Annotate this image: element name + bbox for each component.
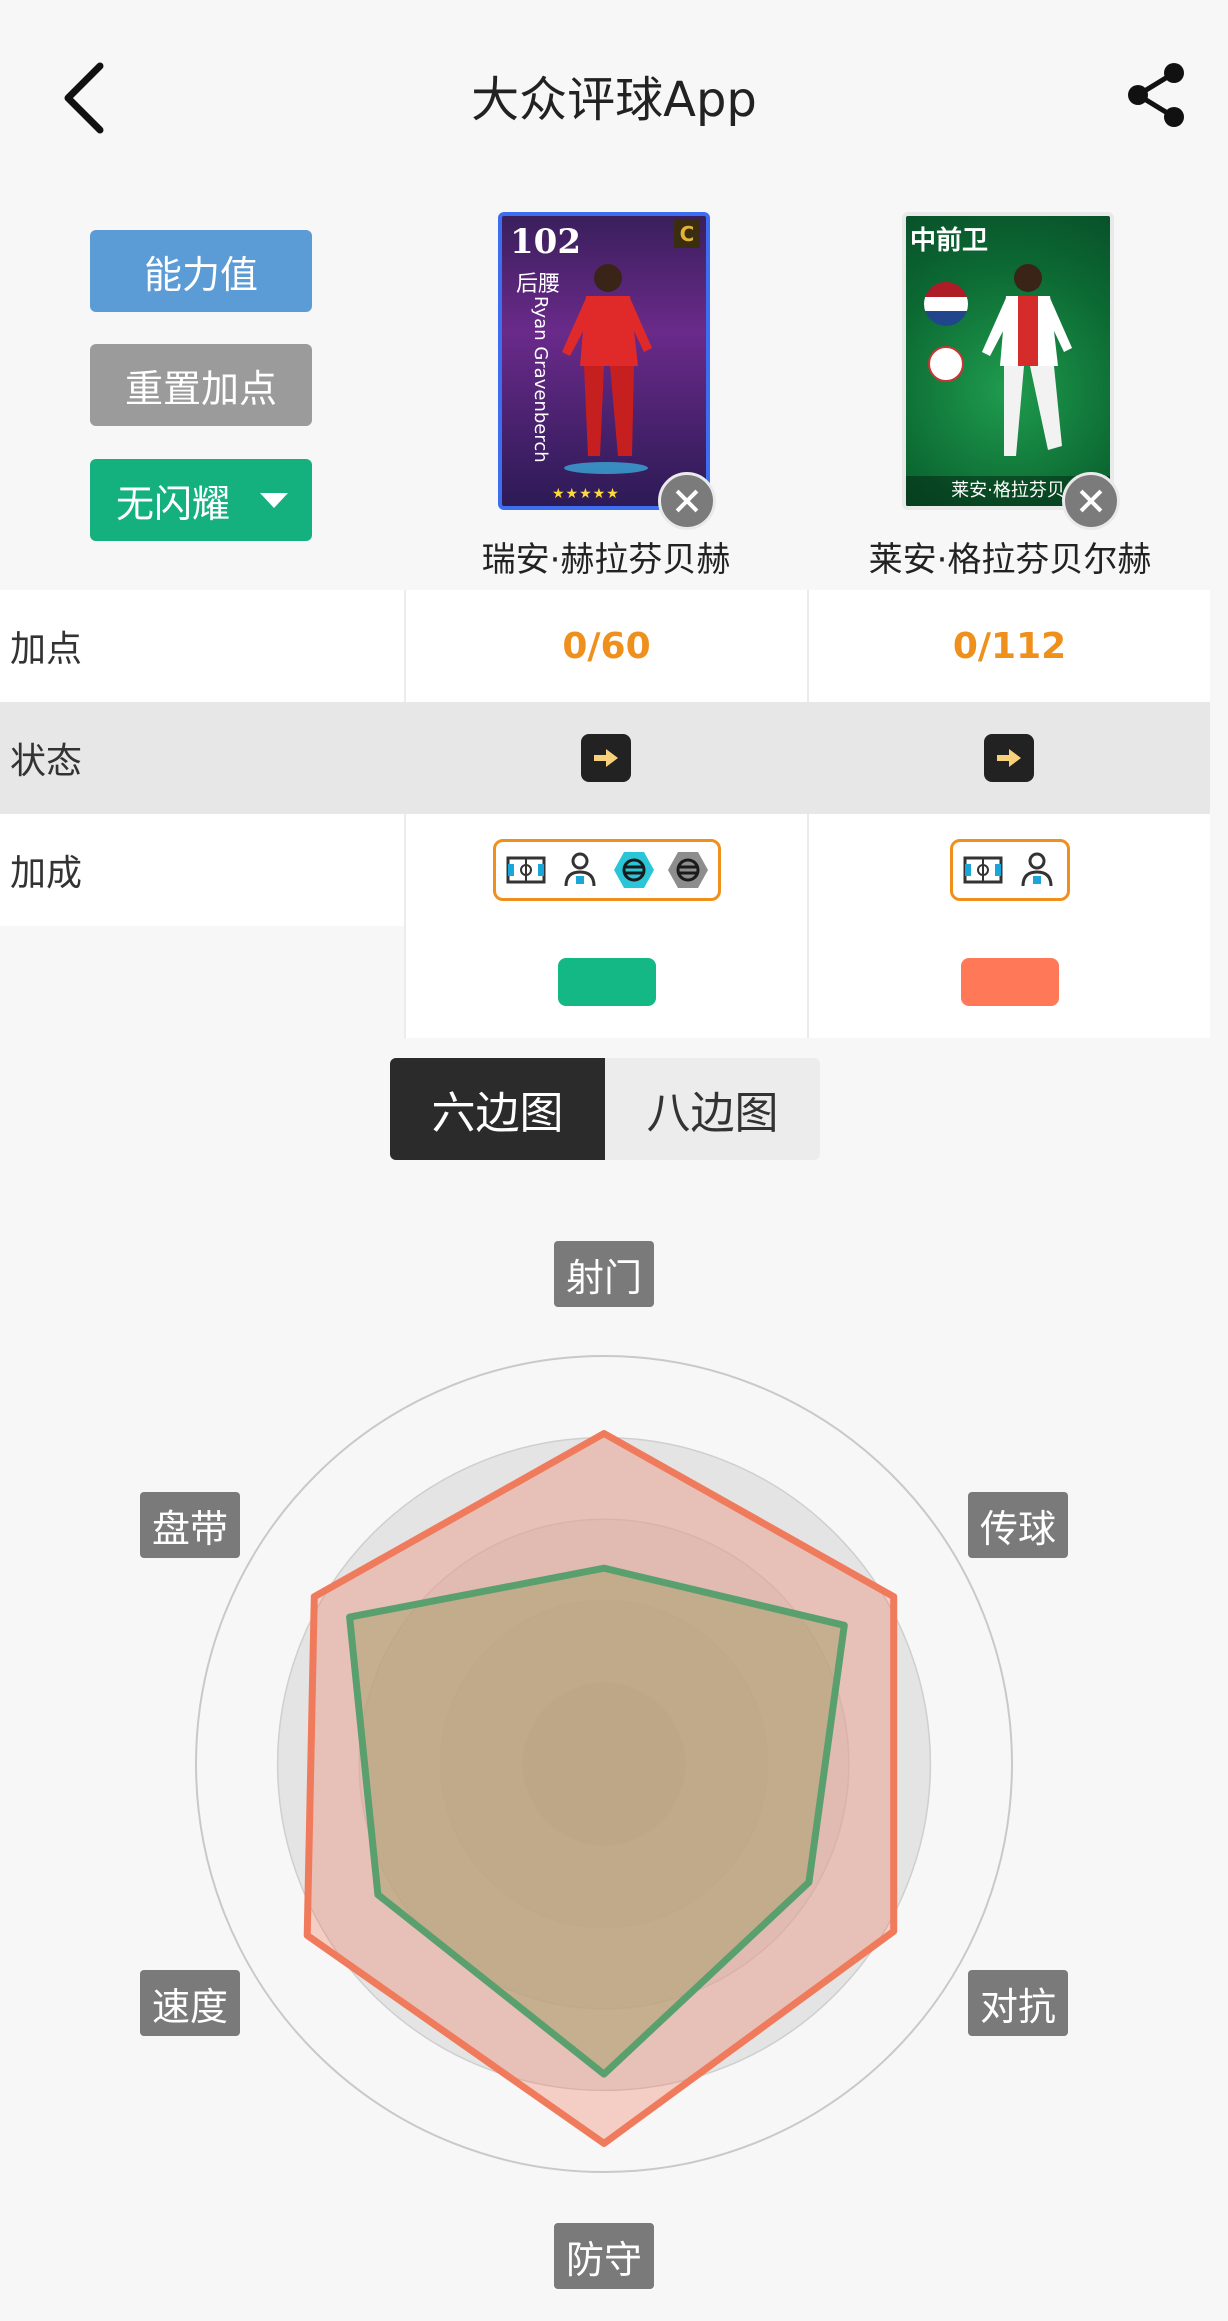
table-row-bonus: 加成 bbox=[0, 814, 1210, 926]
player-figure-image bbox=[982, 264, 1072, 456]
netherlands-flag-icon bbox=[924, 282, 968, 326]
table-cell bbox=[807, 702, 1210, 814]
comparison-table: 加点 0/60 0/112 状态 加成 bbox=[0, 590, 1210, 1038]
remove-player-2-button[interactable] bbox=[1062, 472, 1120, 530]
hex-gray-icon bbox=[667, 852, 708, 888]
row-label: 加成 bbox=[10, 853, 83, 894]
player-figure-image bbox=[562, 264, 652, 474]
card-position: 中前卫 bbox=[910, 226, 989, 256]
points-value: 0/60 bbox=[562, 625, 651, 667]
table-cell bbox=[807, 814, 1210, 926]
row-label: 加点 bbox=[10, 629, 83, 670]
player-icon bbox=[564, 852, 595, 887]
table-cell bbox=[807, 926, 1210, 1038]
player-card-1[interactable]: 102 后腰 C Ryan Gravenberch ★★★★★ bbox=[498, 212, 716, 530]
row-label-empty bbox=[0, 926, 404, 1038]
table-cell: 0/60 bbox=[404, 590, 807, 702]
points-value: 0/112 bbox=[952, 625, 1067, 667]
radar-axis-label: 速度 bbox=[140, 1970, 241, 2036]
share-icon[interactable] bbox=[1124, 60, 1188, 130]
player-card-2[interactable]: 中前卫 莱安·格拉芬贝 C bbox=[902, 212, 1120, 530]
status-arrow-icon[interactable] bbox=[580, 734, 631, 782]
player-1-color-swatch bbox=[557, 958, 656, 1006]
radar-chart: 射门传球对抗防守 速度 盘带 bbox=[0, 1240, 1228, 2321]
player-icon bbox=[1021, 852, 1052, 887]
card-stars: ★★★★★ bbox=[552, 486, 620, 502]
pitch-icon bbox=[963, 856, 1002, 884]
status-arrow-icon[interactable] bbox=[983, 734, 1034, 782]
card-grade-badge: C bbox=[674, 220, 700, 248]
table-row-status: 状态 bbox=[0, 702, 1210, 814]
table-cell bbox=[404, 702, 807, 814]
player-2-name: 莱安·格拉芬贝尔赫 bbox=[868, 540, 1152, 580]
ability-button[interactable]: 能力值 bbox=[90, 230, 312, 312]
radar-axis-label: 传球 bbox=[968, 1492, 1069, 1558]
radar-axis-label: 盘带 bbox=[140, 1492, 241, 1558]
radar-axis-label: 射门 bbox=[554, 1241, 655, 1307]
pitch-icon bbox=[506, 856, 545, 884]
shine-dropdown-label: 无闪耀 bbox=[116, 481, 231, 526]
table-row-color bbox=[0, 926, 1210, 1038]
bonus-icons[interactable] bbox=[949, 839, 1070, 901]
tab-hexagon[interactable]: 六边图 bbox=[390, 1058, 605, 1160]
radar-axis-label: 防守 bbox=[554, 2223, 655, 2289]
player-1-name: 瑞安·赫拉芬贝赫 bbox=[481, 540, 731, 580]
row-label: 状态 bbox=[10, 741, 83, 782]
bonus-icons[interactable] bbox=[492, 839, 721, 901]
reset-points-button[interactable]: 重置加点 bbox=[90, 344, 312, 426]
table-cell: 0/112 bbox=[807, 590, 1210, 702]
chart-type-toggle: 六边图 八边图 bbox=[390, 1058, 820, 1160]
remove-player-1-button[interactable] bbox=[658, 472, 716, 530]
hex-teal-icon bbox=[613, 852, 654, 888]
app-header: 大众评球App bbox=[0, 0, 1228, 190]
club-crest-icon bbox=[928, 346, 964, 382]
player-2-color-swatch bbox=[960, 958, 1059, 1006]
radar-axis-label: 对抗 bbox=[968, 1970, 1069, 2036]
table-row-points: 加点 0/60 0/112 bbox=[0, 590, 1210, 702]
page-title: 大众评球App bbox=[471, 72, 757, 128]
table-cell bbox=[404, 814, 807, 926]
table-cell bbox=[404, 926, 807, 1038]
radar-svg bbox=[195, 1355, 1013, 2173]
tab-octagon[interactable]: 八边图 bbox=[605, 1058, 820, 1160]
shine-dropdown[interactable]: 无闪耀 bbox=[90, 459, 312, 541]
caret-down-icon bbox=[260, 493, 288, 508]
